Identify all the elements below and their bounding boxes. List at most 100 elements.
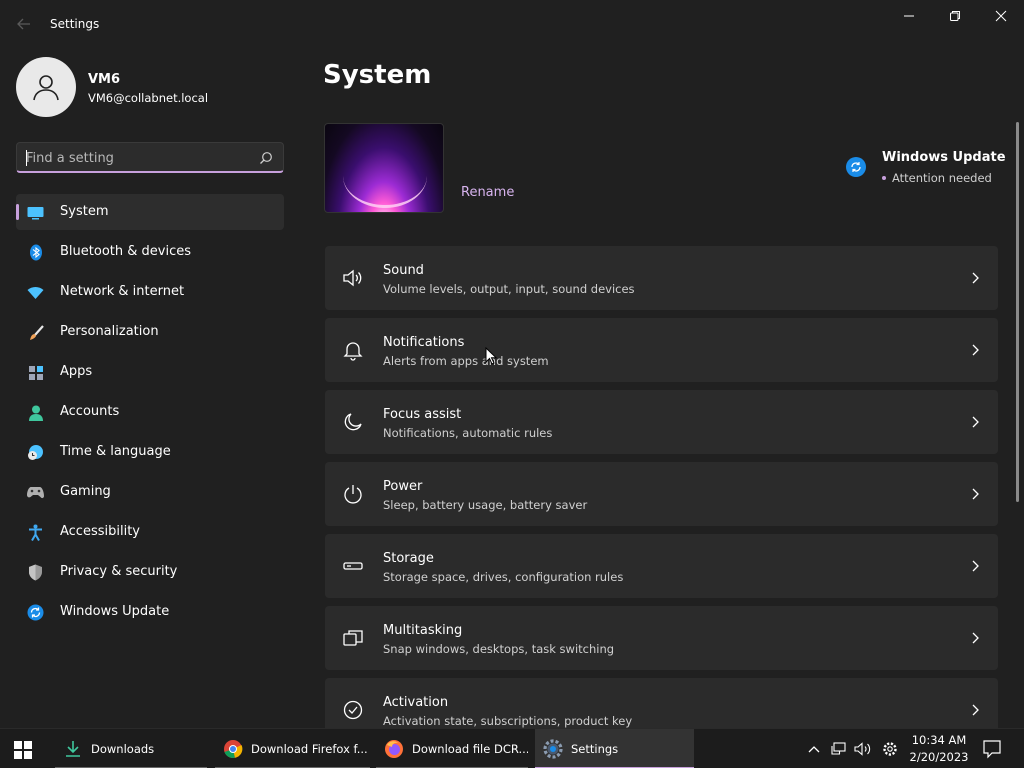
- sidebar-item-accounts[interactable]: Accounts: [16, 394, 284, 430]
- windows-logo-icon: [14, 741, 22, 749]
- settings-card-list: Sound Volume levels, output, input, soun…: [325, 246, 998, 728]
- card-focus-assist[interactable]: Focus assist Notifications, automatic ru…: [325, 390, 998, 454]
- system-icon: [27, 204, 44, 221]
- taskbar-item-chrome[interactable]: Download Firefox f...: [215, 729, 370, 768]
- user-icon: [33, 75, 59, 101]
- sidebar-item-label: Windows Update: [60, 604, 170, 619]
- card-title: Sound: [383, 263, 424, 278]
- search-box[interactable]: [16, 142, 284, 173]
- card-storage[interactable]: Storage Storage space, drives, configura…: [325, 534, 998, 598]
- taskbar-item-label: Download file DCR...: [412, 742, 528, 756]
- chrome-icon: [223, 739, 243, 759]
- clock-date[interactable]: 2/20/2023: [900, 750, 978, 764]
- search-input[interactable]: [26, 148, 246, 168]
- sidebar-item-system[interactable]: System: [16, 194, 284, 230]
- storage-icon: [343, 562, 363, 570]
- sidebar-item-accessibility[interactable]: Accessibility: [16, 514, 284, 550]
- bell-icon: [343, 342, 363, 361]
- chevron-right-icon: [972, 632, 979, 644]
- back-button[interactable]: [12, 12, 36, 36]
- settings-gear-icon: [543, 739, 563, 759]
- card-title: Activation: [383, 695, 449, 710]
- clock-globe-icon: [27, 444, 44, 461]
- download-icon: [63, 739, 83, 759]
- start-button[interactable]: [14, 741, 32, 759]
- volume-tray-button[interactable]: [852, 729, 874, 768]
- card-subtitle: Notifications, automatic rules: [383, 426, 553, 440]
- check-circle-icon: [343, 700, 363, 720]
- gear-icon: [883, 742, 897, 756]
- scrollbar[interactable]: [1016, 122, 1019, 502]
- chevron-up-icon: [808, 746, 820, 753]
- restore-button[interactable]: [932, 0, 978, 32]
- sidebar-item-label: Time & language: [60, 444, 171, 459]
- windows-update-title[interactable]: Windows Update: [882, 150, 1006, 165]
- card-power[interactable]: Power Sleep, battery usage, battery save…: [325, 462, 998, 526]
- gamepad-icon: [27, 484, 44, 501]
- card-notifications[interactable]: Notifications Alerts from apps and syste…: [325, 318, 998, 382]
- sidebar-item-label: Accounts: [60, 404, 120, 419]
- sidebar-item-gaming[interactable]: Gaming: [16, 474, 284, 510]
- taskbar-item-settings[interactable]: Settings: [535, 729, 694, 768]
- taskbar: Downloads Download Firefox f... Download…: [0, 728, 1024, 768]
- card-multitasking[interactable]: Multitasking Snap windows, desktops, tas…: [325, 606, 998, 670]
- desktop-wallpaper-thumbnail[interactable]: [324, 123, 444, 213]
- sidebar-item-label: Network & internet: [60, 284, 185, 299]
- moon-icon: [344, 413, 362, 431]
- back-arrow-icon: [17, 18, 30, 30]
- chevron-right-icon: [972, 704, 979, 716]
- sidebar-item-label: Gaming: [60, 484, 111, 499]
- taskbar-item-firefox[interactable]: Download file DCR...: [376, 729, 528, 768]
- sidebar-item-windows-update[interactable]: Windows Update: [16, 594, 284, 630]
- taskbar-item-label: Download Firefox f...: [251, 742, 368, 756]
- sidebar-item-privacy-security[interactable]: Privacy & security: [16, 554, 284, 590]
- mouse-cursor-icon: [485, 347, 497, 365]
- card-subtitle: Sleep, battery usage, battery saver: [383, 498, 588, 512]
- close-button[interactable]: [978, 0, 1024, 32]
- sidebar-item-personalization[interactable]: Personalization: [16, 314, 284, 350]
- settings-tray-button[interactable]: [879, 729, 901, 768]
- sidebar-item-bluetooth[interactable]: Bluetooth & devices: [16, 234, 284, 270]
- card-subtitle: Alerts from apps and system: [383, 354, 549, 368]
- card-subtitle: Activation state, subscriptions, product…: [383, 714, 633, 728]
- volume-icon: [854, 742, 871, 756]
- text-caret: [26, 150, 27, 166]
- chevron-right-icon: [972, 488, 979, 500]
- card-sound[interactable]: Sound Volume levels, output, input, soun…: [325, 246, 998, 310]
- minimize-button[interactable]: [886, 0, 932, 32]
- windows-update-status-icon[interactable]: [846, 157, 866, 177]
- sidebar-item-time-language[interactable]: Time & language: [16, 434, 284, 470]
- clock-time[interactable]: 10:34 AM: [900, 733, 978, 747]
- sidebar-item-label: Bluetooth & devices: [60, 244, 191, 259]
- card-subtitle: Volume levels, output, input, sound devi…: [383, 282, 635, 296]
- search-icon[interactable]: [259, 151, 273, 165]
- card-title: Power: [383, 479, 423, 494]
- shield-icon: [27, 564, 44, 581]
- show-hidden-icons-button[interactable]: [804, 729, 824, 768]
- restore-icon: [950, 11, 960, 21]
- title-bar: Settings: [0, 0, 1024, 48]
- accounts-icon: [27, 404, 44, 421]
- sidebar-item-apps[interactable]: Apps: [16, 354, 284, 390]
- sidebar-item-network[interactable]: Network & internet: [16, 274, 284, 310]
- wallpaper-bloom-arc: [343, 144, 427, 208]
- power-icon: [344, 485, 362, 504]
- sidebar-item-label: Privacy & security: [60, 564, 178, 579]
- minimize-icon: [904, 15, 914, 17]
- firefox-icon: [384, 739, 404, 759]
- sidebar-item-label: Personalization: [60, 324, 159, 339]
- network-tray-button[interactable]: [828, 729, 850, 768]
- app-title: Settings: [50, 17, 100, 31]
- bluetooth-icon: [27, 244, 44, 261]
- update-icon: [27, 604, 44, 621]
- rename-link[interactable]: Rename: [461, 185, 514, 200]
- chevron-right-icon: [972, 272, 979, 284]
- avatar[interactable]: [16, 57, 76, 117]
- card-title: Focus assist: [383, 407, 462, 422]
- notification-center-icon[interactable]: [982, 739, 1002, 759]
- attention-dot-icon: [882, 176, 886, 180]
- card-activation[interactable]: Activation Activation state, subscriptio…: [325, 678, 998, 728]
- taskbar-item-downloads[interactable]: Downloads: [55, 729, 207, 768]
- wifi-icon: [27, 284, 44, 301]
- brush-icon: [27, 324, 44, 341]
